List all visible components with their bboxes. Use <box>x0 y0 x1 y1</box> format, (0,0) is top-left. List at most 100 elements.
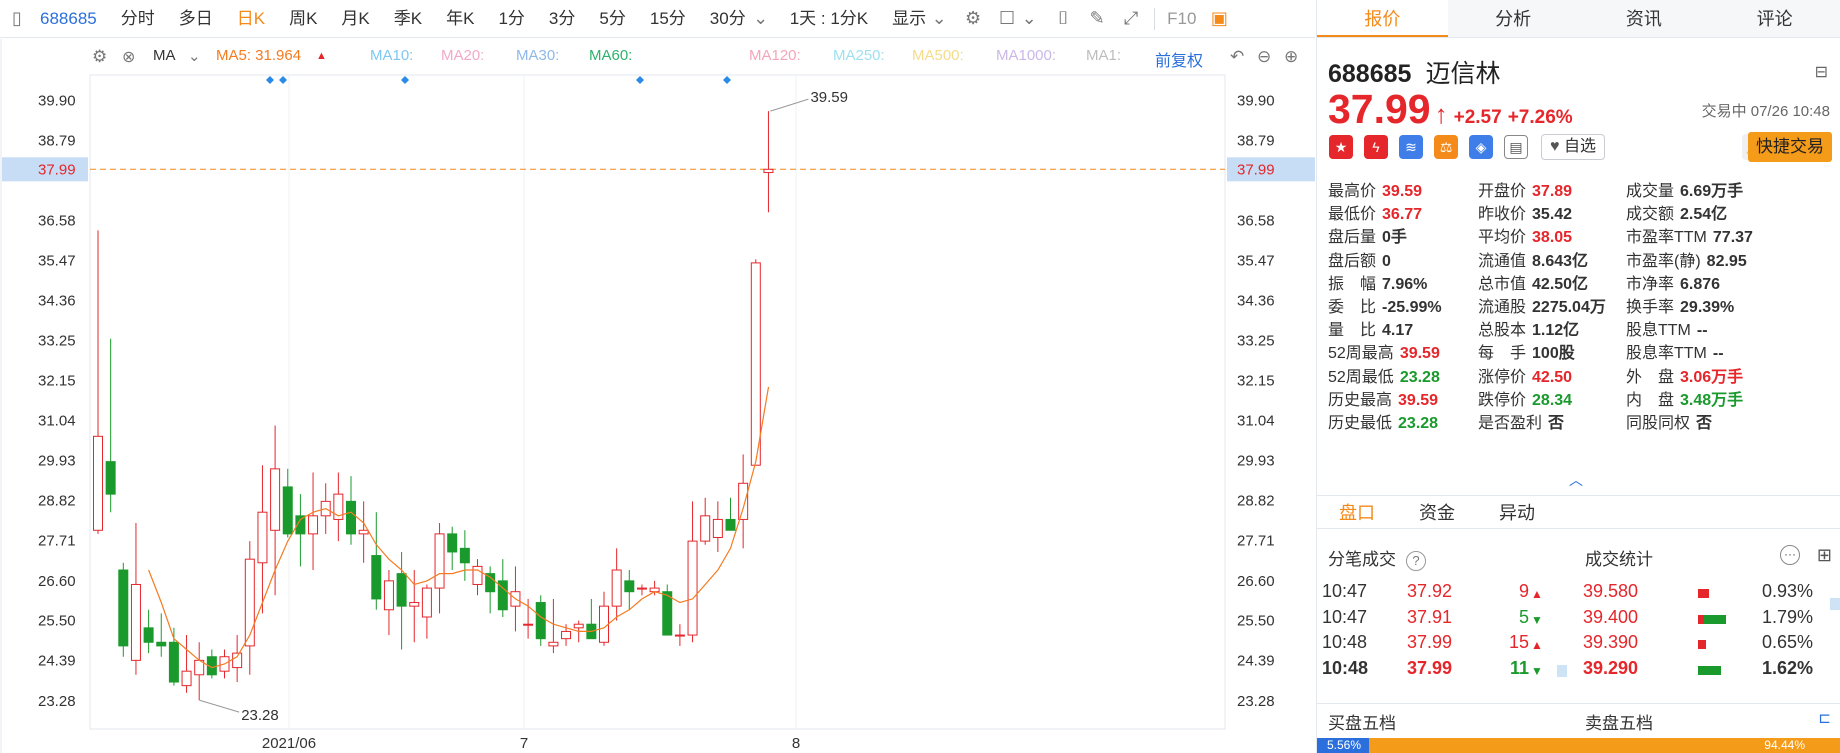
sidebar-toggle-icon[interactable]: ▯ <box>6 8 28 30</box>
candle-body[interactable] <box>687 540 698 636</box>
candle-body[interactable] <box>485 573 496 593</box>
candle-body[interactable] <box>750 262 761 466</box>
database-icon[interactable]: ≋ <box>1399 135 1423 159</box>
candle-body[interactable] <box>523 623 534 626</box>
period-tab-daily[interactable]: 日K <box>225 0 277 38</box>
candle-body[interactable] <box>561 630 572 640</box>
candle-body[interactable] <box>130 583 141 661</box>
event-marker-icon[interactable] <box>401 76 409 84</box>
tab-quote[interactable]: 报价 <box>1317 0 1448 37</box>
tab-pankou[interactable]: 盘口 <box>1317 496 1397 528</box>
scrollbar-indicator[interactable] <box>1557 665 1567 677</box>
tab-comments[interactable]: 评论 <box>1709 0 1840 37</box>
candle-body[interactable] <box>282 486 293 535</box>
period-tab-multiday[interactable]: 多日 <box>167 0 225 38</box>
sidebar-collapse-icon[interactable]: ⊟ <box>1815 62 1828 82</box>
gear-icon[interactable]: ⚙ <box>962 8 984 30</box>
candle-body[interactable] <box>409 602 420 607</box>
fast-trade-button[interactable]: 快捷交易 <box>1748 132 1832 162</box>
pen-icon[interactable]: ✎ <box>1086 8 1108 30</box>
period-tab-1min[interactable]: 1分 <box>486 0 536 38</box>
period-tab-quarterly[interactable]: 季K <box>382 0 434 38</box>
grid-icon[interactable]: ⊞ <box>1817 545 1832 566</box>
event-marker-icon[interactable] <box>266 76 274 84</box>
candle-body[interactable] <box>93 435 103 531</box>
stock-code-label[interactable]: 688685 <box>34 0 109 38</box>
candle-body[interactable] <box>181 670 192 687</box>
candle-body[interactable] <box>599 605 609 643</box>
candle-body[interactable] <box>447 533 458 553</box>
candle-body[interactable] <box>611 569 622 607</box>
period-tab-fenshi[interactable]: 分时 <box>109 0 167 38</box>
chevron-down-icon[interactable]: ⌄ <box>750 8 772 30</box>
candle-body[interactable] <box>308 515 319 535</box>
candle-body[interactable] <box>358 529 369 535</box>
range-selector[interactable]: 1天 : 1分K <box>778 0 880 38</box>
candle-body[interactable] <box>712 518 723 538</box>
period-tab-30min[interactable]: 30分 <box>698 0 758 38</box>
candle-body[interactable] <box>346 500 356 535</box>
kline-chart-svg[interactable]: 2021/06 7 8 39.90 39.90 38.79 38.79 37.99 37.99 3… <box>0 39 1315 753</box>
candle-body[interactable] <box>459 547 470 564</box>
candle-body[interactable] <box>535 602 546 640</box>
candle-body[interactable] <box>700 515 711 542</box>
candle-body[interactable] <box>636 587 647 590</box>
candle-body[interactable] <box>674 634 685 637</box>
more-icon[interactable]: ··· <box>1780 545 1800 565</box>
china-flag-icon[interactable]: ★ <box>1329 135 1353 159</box>
kline-chart-area[interactable]: ⚙ ⊗ MA ⌄ MA5: 31.964 ▲ MA10: MA20: MA30:… <box>0 39 1315 753</box>
buy-sell-toggle-icon[interactable]: ⊏ <box>1818 709 1831 727</box>
tab-news[interactable]: 资讯 <box>1579 0 1710 37</box>
expand-icon[interactable]: ⤢ <box>1120 8 1142 30</box>
tab-analysis[interactable]: 分析 <box>1448 0 1579 37</box>
candle-body[interactable] <box>763 168 774 174</box>
period-tab-5min[interactable]: 5分 <box>587 0 637 38</box>
candle-body[interactable] <box>421 587 432 618</box>
candle-body[interactable] <box>270 468 281 531</box>
balance-icon[interactable]: ⚖ <box>1434 135 1458 159</box>
event-marker-icon[interactable] <box>723 76 731 84</box>
help-icon[interactable]: ? <box>1406 551 1426 571</box>
candle-body[interactable] <box>725 518 736 531</box>
add-watchlist-button[interactable]: ♥ 自选 <box>1541 134 1605 160</box>
candle-body[interactable] <box>472 565 483 585</box>
candle-body[interactable] <box>371 555 382 600</box>
tab-anomaly[interactable]: 异动 <box>1477 496 1557 528</box>
lightning-icon[interactable]: ϟ <box>1364 135 1388 159</box>
chevron-down-icon[interactable]: ⌄ <box>928 8 950 30</box>
period-tab-monthly[interactable]: 月K <box>329 0 381 38</box>
candle-body[interactable] <box>738 482 749 520</box>
chevron-down-icon[interactable]: ⌄ <box>1018 8 1040 30</box>
candle-body[interactable] <box>383 580 394 611</box>
candle-body[interactable] <box>257 511 268 564</box>
event-marker-icon[interactable] <box>636 76 644 84</box>
candle-body[interactable] <box>232 652 243 669</box>
candle-body[interactable] <box>118 569 129 647</box>
candle-body[interactable] <box>396 573 407 607</box>
tag-icon[interactable]: ◈ <box>1469 135 1493 159</box>
candle-body[interactable] <box>156 641 167 647</box>
period-tab-3min[interactable]: 3分 <box>537 0 587 38</box>
display-menu[interactable]: 显示 <box>880 0 928 38</box>
bookmark-icon[interactable]: ▤ <box>1504 135 1528 159</box>
candle-body[interactable] <box>143 627 154 643</box>
tab-capital[interactable]: 资金 <box>1397 496 1477 528</box>
f10-button[interactable]: F10 <box>1161 0 1202 38</box>
candle-body[interactable] <box>168 641 179 683</box>
candle-body[interactable] <box>244 558 255 647</box>
candle-body[interactable] <box>434 533 445 589</box>
chevron-up-icon[interactable]: ︿ <box>1569 470 1583 490</box>
period-tab-weekly[interactable]: 周K <box>277 0 329 38</box>
panel-toggle-icon[interactable]: ▣ <box>1208 8 1230 30</box>
candle-body[interactable] <box>105 461 116 495</box>
period-tab-yearly[interactable]: 年K <box>434 0 486 38</box>
period-tab-15min[interactable]: 15分 <box>638 0 698 38</box>
camera-icon[interactable]: ⌷ <box>1052 8 1074 30</box>
candle-body[interactable] <box>662 591 673 636</box>
checkbox-icon[interactable]: ☐ <box>996 8 1018 30</box>
event-marker-icon[interactable] <box>279 76 287 84</box>
candle-body[interactable] <box>573 623 584 629</box>
candle-body[interactable] <box>624 580 635 593</box>
candle-body[interactable] <box>548 641 559 647</box>
scrollbar-indicator[interactable] <box>1830 598 1840 610</box>
